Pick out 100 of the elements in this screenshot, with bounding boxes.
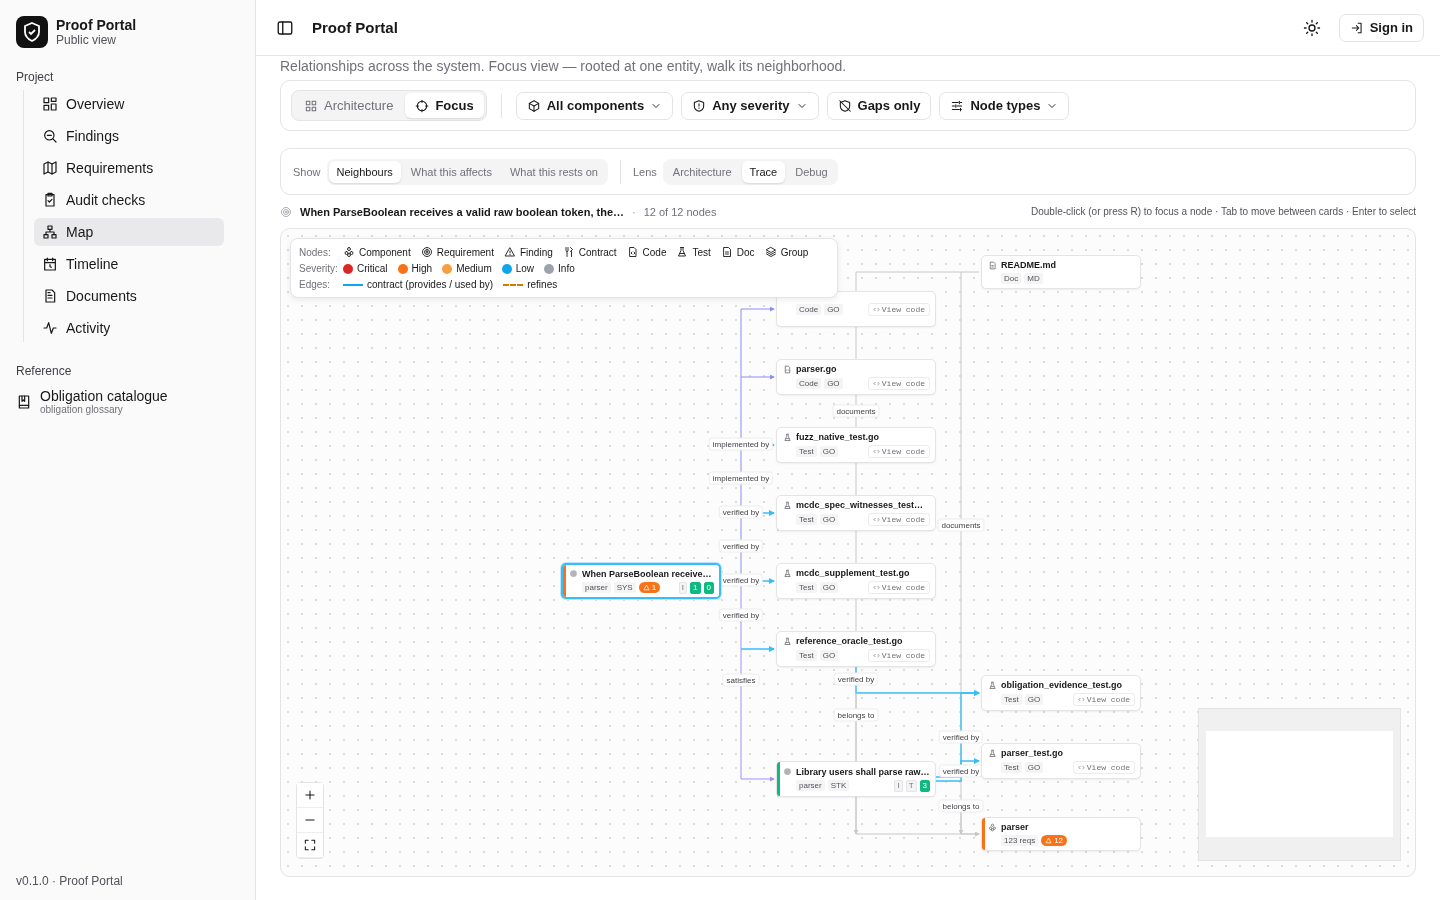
nav-item[interactable]: Timeline (34, 250, 224, 278)
show-tab[interactable]: What this affects (402, 160, 500, 183)
nav-item[interactable]: Audit checks (34, 186, 224, 214)
show-tab[interactable]: What this rests on (501, 160, 606, 183)
legend-text: Test (692, 246, 711, 258)
edge-label: belongs to (833, 708, 879, 722)
legend-label: Edges: (299, 279, 332, 290)
nav-item[interactable]: Activity (34, 314, 224, 342)
nav-item[interactable]: Findings (34, 122, 224, 150)
finding-count-badge: 1 (638, 582, 661, 593)
legend-text: Medium (456, 263, 492, 274)
graph-node[interactable]: parser_test.go Test GO View code (981, 743, 1141, 779)
node-tag: Test (1001, 762, 1022, 773)
code-icon (1077, 696, 1085, 703)
hierarchy-icon (42, 224, 58, 240)
zoom-in-button[interactable] (297, 783, 323, 808)
show-tab[interactable]: Neighbours (328, 160, 401, 183)
nav-item[interactable]: Overview (34, 90, 224, 118)
filter-dropdown[interactable]: Any severity (681, 91, 819, 120)
nav-item[interactable]: Obligation catalogue obligation glossary (16, 384, 239, 419)
crosshair-icon (415, 98, 430, 113)
legend-text: Low (515, 263, 535, 274)
node-tag: GO (824, 303, 843, 315)
view-mode-tab[interactable]: Architecture (294, 93, 404, 118)
legend-text: Critical (357, 263, 388, 274)
filter-toggle[interactable]: Gaps only (826, 91, 932, 120)
flask-icon (783, 568, 792, 578)
sign-in-button[interactable]: Sign in (1338, 13, 1424, 42)
nav-item[interactable]: Requirements (34, 154, 224, 182)
grid-icon (304, 98, 318, 113)
graph-node[interactable]: parser 123 reqs 12 (981, 817, 1141, 851)
node-tag: Test (796, 650, 817, 661)
lens-tab[interactable]: Trace (741, 160, 786, 183)
flask-icon (988, 680, 997, 690)
view-code-button[interactable]: View code (1072, 761, 1135, 774)
graph-node[interactable]: README.md Doc MD (981, 255, 1141, 289)
code-icon (872, 652, 880, 659)
doc-icon (720, 246, 733, 258)
view-mode-tab[interactable]: Focus (405, 93, 484, 118)
calendar-icon (42, 256, 58, 272)
view-code-button[interactable]: View code (867, 302, 930, 316)
node-tag: GO (819, 650, 839, 661)
edge-label: implemented by (708, 437, 774, 451)
search-icon (42, 128, 58, 144)
graph-node[interactable]: Code GO View code (776, 291, 936, 327)
sliders-icon (950, 98, 965, 113)
view-code-button[interactable]: View code (867, 445, 930, 458)
code-icon (872, 516, 880, 523)
node-tag: Test (796, 582, 817, 593)
graph-node[interactable]: fuzz_native_test.go Test GO View code (776, 427, 936, 463)
circle-icon (783, 767, 792, 776)
graph-node[interactable]: Library users shall parse raw… parser STK I T 3 (776, 761, 936, 797)
graph-node[interactable]: obligation_evidence_test.go Test GO View code (981, 675, 1141, 711)
view-code-button[interactable]: View code (867, 649, 930, 662)
node-tag: GO (824, 378, 843, 389)
node-tag: Code (796, 303, 822, 315)
graph-node[interactable]: mcdc_spec_witnesses_test… Test GO View code (776, 495, 936, 531)
version-text: v0.1.0 · Proof Portal (16, 874, 124, 888)
graph-node[interactable]: When ParseBoolean receive… parser SYS 1 I 1 0 (561, 563, 721, 599)
graph-node[interactable]: parser.go Code GO View code (776, 359, 936, 395)
node-title: README.md (1001, 260, 1056, 270)
node-title: parser_test.go (1001, 748, 1064, 758)
node-tag: parser (796, 780, 825, 791)
legend-text: refines (527, 279, 558, 290)
node-tag: Doc (1001, 273, 1022, 284)
graph-node[interactable]: reference_oracle_test.go Test GO View code (776, 631, 936, 667)
view-code-button[interactable]: View code (1072, 693, 1135, 706)
finding-icon (503, 246, 516, 258)
view-code-button[interactable]: View code (867, 581, 930, 594)
node-tag: STK (827, 780, 850, 791)
shield-icon (692, 98, 707, 113)
edge-label: implemented by (708, 471, 774, 485)
node-title: parser.go (796, 364, 837, 374)
page-title: Proof Portal (312, 19, 398, 36)
lens-tab[interactable]: Architecture (664, 160, 740, 183)
section-label: Project (16, 70, 55, 84)
code-icon (783, 364, 792, 374)
edge-label: belongs to (938, 799, 984, 813)
lens-tab[interactable]: Debug (787, 160, 836, 183)
nav-item[interactable]: Map (34, 218, 224, 246)
view-code-button[interactable]: View code (867, 513, 930, 526)
status-chip: 1 (690, 581, 701, 594)
filter-dropdown[interactable]: Node types (939, 91, 1070, 120)
view-code-button[interactable]: View code (867, 377, 930, 390)
status-chip: I (678, 581, 688, 594)
test-icon (676, 246, 689, 258)
node-tag: MD (1024, 273, 1043, 284)
node-tag: SYS (613, 582, 636, 593)
code-icon (1077, 764, 1085, 771)
legend-text: Group (780, 246, 809, 258)
clipboard-icon (42, 192, 58, 208)
requirement-icon (420, 246, 433, 258)
node-title: fuzz_native_test.go (796, 432, 880, 442)
edge-label: verified by (938, 730, 984, 744)
graph-node[interactable]: mcdc_supplement_test.go Test GO View code (776, 563, 936, 599)
control-label: Lens (632, 165, 657, 178)
filter-dropdown[interactable]: All components (515, 91, 674, 120)
status-chip: 3 (919, 779, 930, 792)
doc-icon (988, 260, 997, 270)
nav-item[interactable]: Documents (34, 282, 224, 310)
